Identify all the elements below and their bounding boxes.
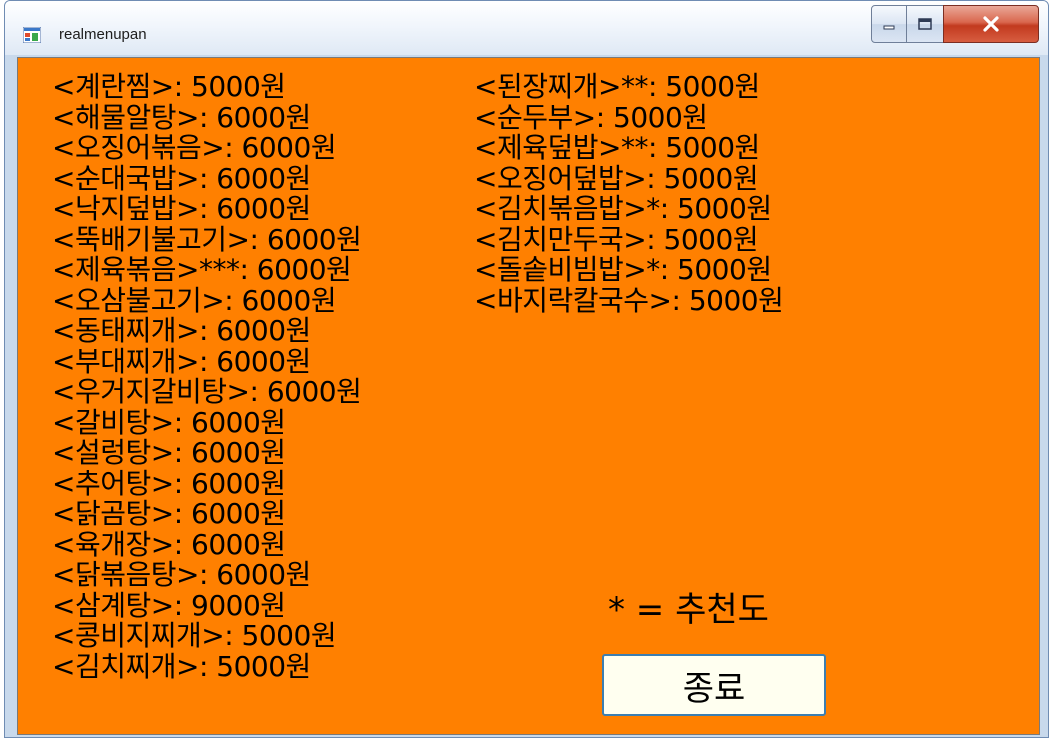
menu-item: <부대찌개>: 6000원 [52,344,311,378]
menu-item: <설렁탕>: 6000원 [52,436,286,469]
close-button[interactable] [943,5,1039,43]
menu-list-right: <된장찌개>**: 5000원 <순두부>: 5000원 <제육덮밥>**: 5… [474,70,784,317]
menu-item: <순대국밥>: 6000원 [52,161,311,195]
app-window: realmenupan <계란찜>: 5000원 <해물알탕>: 6000원 <… [4,0,1049,738]
window-app-icon [23,27,41,43]
menu-list-left: <계란찜>: 5000원 <해물알탕>: 6000원 <오징어볶음>: 6000… [52,70,362,683]
menu-item: <오징어덮밥>: 5000원 [474,161,759,195]
menu-item: <김치찌개>: 5000원 [52,649,311,683]
menu-item: <우거지갈비탕>: 6000원 [52,375,362,408]
menu-item: <육개장>: 6000원 [52,527,286,561]
menu-item: <김치볶음밥>*: 5000원 [474,192,772,225]
menu-item: <계란찜>: 5000원 [52,70,286,103]
menu-item: <오삼불고기>: 6000원 [52,283,337,317]
menu-item: <뚝배기불고기>: 6000원 [52,222,362,256]
menu-item: <돌솥비빔밥>*: 5000원 [474,253,772,286]
menu-item: <된장찌개>**: 5000원 [474,70,760,103]
menu-item: <낙지덮밥>: 6000원 [52,192,311,225]
menu-item: <제육덮밥>**: 5000원 [474,131,760,164]
title-bar[interactable]: realmenupan [5,1,1048,55]
menu-item: <삼계탕>: 9000원 [52,588,286,622]
menu-item: <콩비지찌개>: 5000원 [52,619,337,652]
minimize-icon [883,25,895,30]
menu-item: <바지락칼국수>: 5000원 [474,283,784,317]
window-title: realmenupan [59,26,147,43]
menu-item: <김치만두국>: 5000원 [474,222,759,256]
close-icon [983,16,999,32]
menu-item: <추어탕>: 6000원 [52,466,286,500]
menu-item: <오징어볶음>: 6000원 [52,131,337,164]
menu-item: <제육볶음>***: 6000원 [52,253,352,286]
menu-item: <닭곰탕>: 6000원 [52,497,286,530]
maximize-button[interactable] [906,5,944,43]
menu-item: <갈비탕>: 6000원 [52,405,286,439]
recommendation-legend: * = 추천도 [608,590,769,630]
menu-item: <순두부>: 5000원 [474,100,708,134]
exit-button[interactable]: 종료 [602,654,826,716]
minimize-button[interactable] [871,5,907,43]
maximize-icon [918,18,932,30]
menu-item: <동태찌개>: 6000원 [52,314,311,347]
menu-item: <닭볶음탕>: 6000원 [52,558,311,591]
menu-item: <해물알탕>: 6000원 [52,100,311,134]
menu-board: <계란찜>: 5000원 <해물알탕>: 6000원 <오징어볶음>: 6000… [17,57,1040,735]
